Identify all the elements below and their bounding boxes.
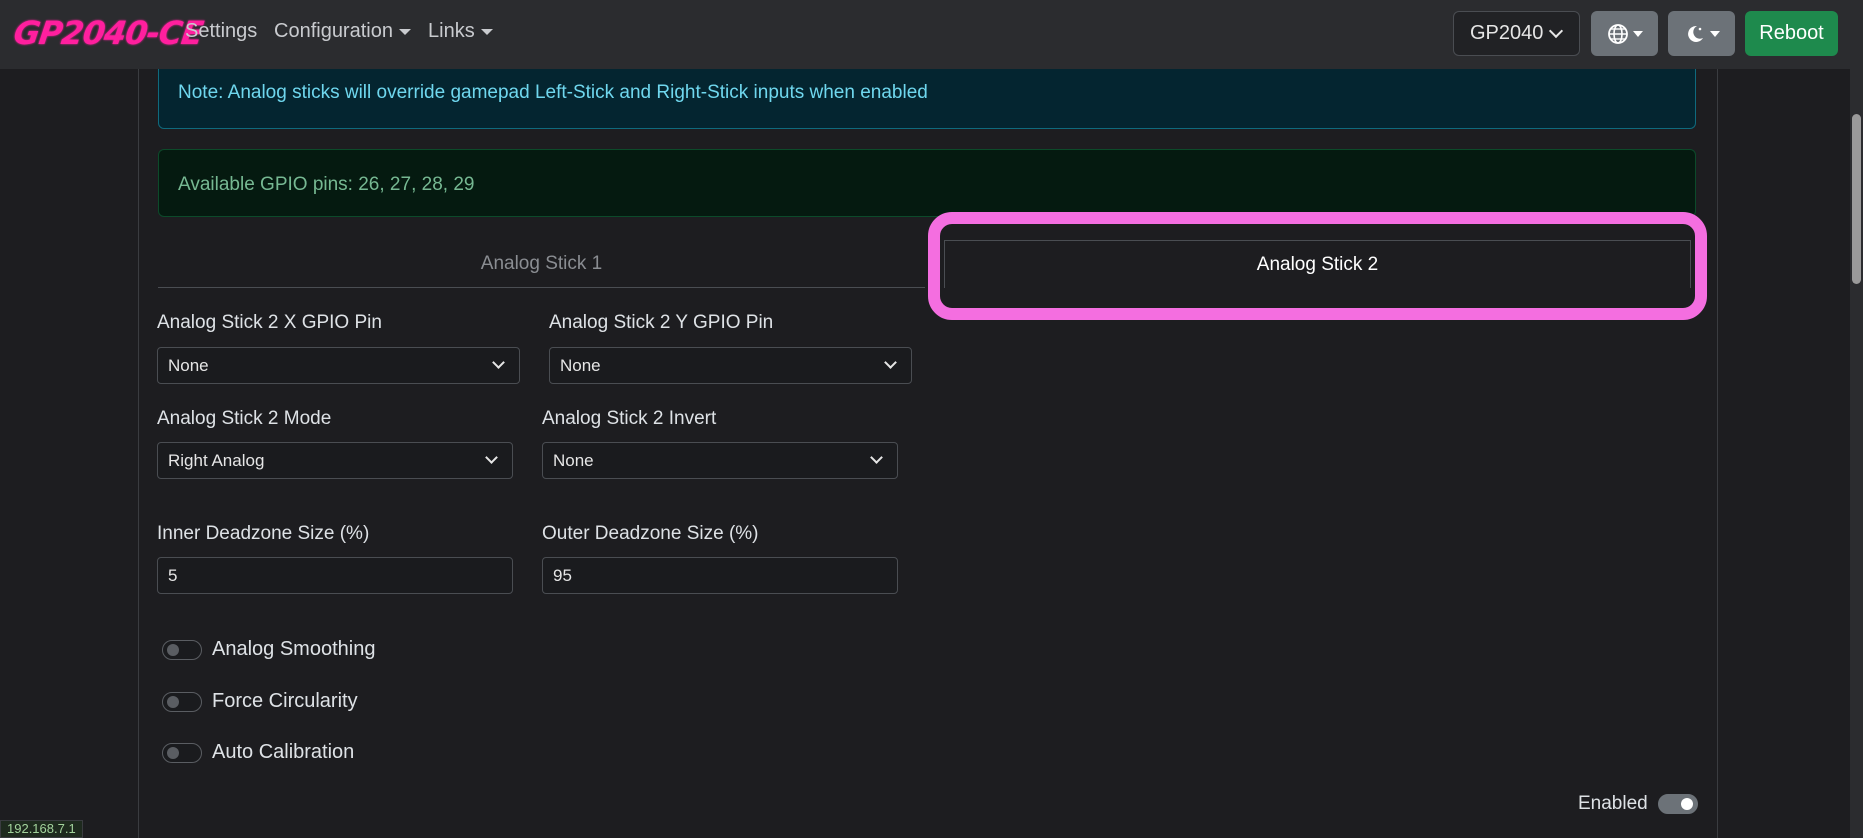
enabled-row: Enabled — [1578, 793, 1698, 815]
board-select[interactable]: GP2040 — [1453, 11, 1580, 56]
brand-logo[interactable]: GP2040-CE — [11, 14, 205, 52]
y-pin-label: Analog Stick 2 Y GPIO Pin — [549, 312, 774, 333]
globe-icon — [1607, 23, 1628, 44]
switch-knob — [1680, 798, 1693, 810]
caret-down-icon — [1709, 30, 1720, 37]
tab-analog-stick-1[interactable]: Analog Stick 1 — [158, 240, 925, 288]
invert-label: Analog Stick 2 Invert — [542, 408, 717, 429]
page-scrollbar[interactable] — [1850, 69, 1863, 838]
caret-down-icon — [480, 28, 493, 35]
caret-down-icon — [398, 28, 411, 35]
chevron-down-icon — [492, 356, 505, 369]
mode-select-value: Right Analog — [168, 450, 265, 470]
force-circularity-label: Force Circularity — [212, 690, 358, 712]
enabled-label: Enabled — [1578, 793, 1648, 814]
moon-stars-icon — [1687, 25, 1703, 42]
mode-label: Analog Stick 2 Mode — [157, 408, 332, 429]
y-pin-select[interactable]: None — [549, 347, 912, 384]
top-navbar: GP2040-CE Settings Configuration Links G… — [0, 0, 1863, 69]
caret-down-icon — [1632, 30, 1643, 37]
analog-smoothing-row: Analog Smoothing — [162, 638, 375, 661]
x-pin-select[interactable]: None — [157, 347, 520, 384]
inner-deadzone-input[interactable]: 5 — [157, 557, 513, 594]
switch-knob — [167, 695, 179, 708]
chevron-down-icon — [485, 451, 498, 464]
y-pin-select-value: None — [560, 355, 601, 375]
invert-select[interactable]: None — [542, 442, 898, 479]
inner-deadzone-label: Inner Deadzone Size (%) — [157, 523, 370, 544]
auto-calibration-row: Auto Calibration — [162, 741, 354, 764]
outer-deadzone-label: Outer Deadzone Size (%) — [542, 523, 759, 544]
force-circularity-switch[interactable] — [162, 691, 202, 712]
gpio-pins-alert: Available GPIO pins: 26, 27, 28, 29 — [158, 149, 1696, 217]
mode-select[interactable]: Right Analog — [157, 442, 513, 479]
board-select-value: GP2040 — [1470, 22, 1544, 44]
switch-knob — [167, 746, 179, 759]
x-pin-select-value: None — [168, 355, 209, 375]
scrollbar-thumb[interactable] — [1852, 114, 1861, 284]
force-circularity-row: Force Circularity — [162, 690, 358, 713]
nav-links-dropdown[interactable]: Links — [428, 20, 493, 43]
auto-calibration-label: Auto Calibration — [212, 741, 355, 763]
chevron-down-icon — [870, 451, 883, 464]
chevron-down-icon — [1548, 23, 1564, 39]
enabled-switch[interactable] — [1657, 794, 1698, 814]
nav-links-label: Links — [428, 20, 475, 42]
nav-configuration-label: Configuration — [274, 20, 393, 42]
analog-smoothing-switch[interactable] — [162, 639, 202, 660]
outer-deadzone-input[interactable]: 95 — [542, 557, 898, 594]
chevron-down-icon — [884, 356, 897, 369]
analog-smoothing-label: Analog Smoothing — [212, 638, 376, 660]
nav-settings-label: Settings — [185, 20, 258, 42]
reboot-button[interactable]: Reboot — [1745, 11, 1838, 56]
highlight-annotation — [928, 212, 1707, 320]
status-ip-address: 192.168.7.1 — [0, 820, 83, 838]
nav-settings[interactable]: Settings — [185, 20, 257, 43]
switch-knob — [167, 643, 179, 656]
x-pin-label: Analog Stick 2 X GPIO Pin — [157, 312, 382, 333]
language-dropdown-button[interactable] — [1591, 11, 1658, 56]
auto-calibration-switch[interactable] — [162, 742, 202, 763]
invert-select-value: None — [553, 450, 594, 470]
nav-configuration-dropdown[interactable]: Configuration — [274, 20, 411, 43]
theme-dropdown-button[interactable] — [1668, 11, 1735, 56]
info-alert: Note: Analog sticks will override gamepa… — [158, 69, 1696, 129]
